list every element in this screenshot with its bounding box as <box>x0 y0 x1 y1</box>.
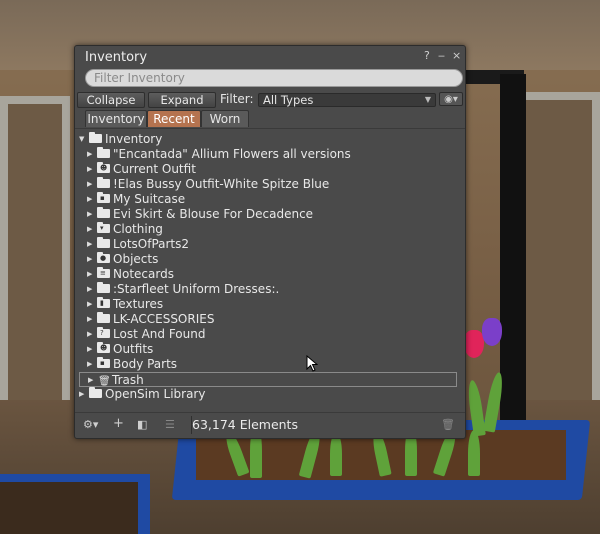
add-icon[interactable]: + <box>113 416 124 431</box>
tree-root-inventory[interactable]: ▼ Inventory <box>79 132 162 147</box>
tree-item[interactable]: ▶ ☻ Current Outfit <box>87 162 196 177</box>
list-view-icon[interactable]: ☰ <box>165 418 175 431</box>
tab-worn[interactable]: Worn <box>201 110 249 127</box>
element-count: 63,174 Elements <box>191 416 451 434</box>
bottom-toolbar: ⚙▾ + ◧ ☰ 63,174 Elements 🗑 <box>75 412 465 437</box>
tree-item[interactable]: ▶ LK-ACCESSORIES <box>87 312 214 327</box>
tree-item[interactable]: ▶ ≡ Notecards <box>87 267 174 282</box>
folder-icon <box>97 177 110 188</box>
collapse-button[interactable]: Collapse <box>77 92 145 108</box>
collapsed-triangle-icon[interactable]: ▶ <box>79 387 89 402</box>
tree-root-library[interactable]: ▶ OpenSim Library <box>79 387 205 402</box>
close-button[interactable]: × <box>452 49 461 62</box>
collapsed-triangle-icon[interactable]: ▶ <box>87 222 97 237</box>
folder-icon <box>97 237 110 248</box>
tulip-red <box>464 330 484 358</box>
objects-folder-icon: ● <box>97 252 110 263</box>
current-outfit-folder-icon: ☻ <box>97 162 110 173</box>
expand-button[interactable]: Expand <box>148 92 216 108</box>
planter-soil-left <box>0 482 138 534</box>
tree-item[interactable]: ▶ ☻ Outfits <box>87 342 153 357</box>
folder-icon <box>97 207 110 218</box>
tree-item[interactable]: ▶ "Encantada" Allium Flowers all versions <box>87 147 351 162</box>
collapsed-triangle-icon[interactable]: ▶ <box>87 207 97 222</box>
folder-icon <box>89 132 102 143</box>
collapsed-triangle-icon[interactable]: ▶ <box>87 327 97 342</box>
new-window-icon[interactable]: ◧ <box>137 418 147 431</box>
chevron-down-icon: ▼ <box>424 95 431 104</box>
tree-item[interactable]: ▶ Evi Skirt & Blouse For Decadence <box>87 207 313 222</box>
folder-icon <box>97 147 110 158</box>
tree-item[interactable]: ▶ ▾ Clothing <box>87 222 163 237</box>
collapsed-triangle-icon[interactable]: ▶ <box>87 297 97 312</box>
help-button[interactable]: ? <box>424 49 430 62</box>
lost-found-folder-icon: ? <box>97 327 110 338</box>
shelf-post <box>500 74 526 444</box>
notecards-folder-icon: ≡ <box>97 267 110 278</box>
view-options-eye-icon[interactable]: ◉▾ <box>439 92 463 106</box>
mouse-cursor-icon <box>306 355 318 372</box>
collapsed-triangle-icon[interactable]: ▶ <box>87 147 97 162</box>
plant-leaf <box>468 430 480 476</box>
tulip-purple <box>482 318 502 346</box>
collapsed-triangle-icon[interactable]: ▶ <box>87 192 97 207</box>
filter-inventory-input[interactable] <box>85 69 463 87</box>
folder-icon <box>89 387 102 398</box>
tree-item[interactable]: ▶ !Elas Bussy Outfit-White Spitze Blue <box>87 177 329 192</box>
tree-item[interactable]: ▶ ▮ Textures <box>87 297 163 312</box>
textures-folder-icon: ▮ <box>97 297 110 308</box>
collapsed-triangle-icon[interactable]: ▶ <box>87 357 97 372</box>
collapsed-triangle-icon[interactable]: ▶ <box>87 282 97 297</box>
outfits-folder-icon: ☻ <box>97 342 110 353</box>
expanded-triangle-icon[interactable]: ▼ <box>79 132 89 147</box>
tab-recent[interactable]: Recent <box>147 110 201 127</box>
collapsed-triangle-icon[interactable]: ▶ <box>87 342 97 357</box>
tab-inventory[interactable]: Inventory <box>85 110 147 127</box>
tree-item[interactable]: ▶ LotsOfParts2 <box>87 237 189 252</box>
collapsed-triangle-icon[interactable]: ▶ <box>87 267 97 282</box>
inventory-window: Inventory ? ‒ × Collapse Expand Filter: … <box>74 45 466 439</box>
filter-label: Filter: <box>220 92 254 106</box>
window-frame-left <box>0 96 70 426</box>
collapsed-triangle-icon[interactable]: ▶ <box>87 237 97 252</box>
collapsed-triangle-icon[interactable]: ▶ <box>87 312 97 327</box>
collapsed-triangle-icon[interactable]: ▶ <box>87 162 97 177</box>
tree-item[interactable]: ▶ ▪ My Suitcase <box>87 192 185 207</box>
filter-type-dropdown[interactable]: All Types ▼ <box>258 93 436 107</box>
title-bar[interactable]: Inventory ? ‒ × <box>75 46 465 68</box>
collapsed-triangle-icon[interactable]: ▶ <box>87 252 97 267</box>
collapsed-triangle-icon[interactable]: ▶ <box>88 373 98 388</box>
suitcase-folder-icon: ▪ <box>97 192 110 203</box>
gear-icon[interactable]: ⚙▾ <box>83 418 98 431</box>
filter-type-value: All Types <box>263 93 314 107</box>
tree-item[interactable]: ▶? Lost And Found <box>87 327 205 342</box>
minimize-button[interactable]: ‒ <box>438 49 445 62</box>
collapsed-triangle-icon[interactable]: ▶ <box>87 177 97 192</box>
folder-icon <box>97 312 110 323</box>
body-parts-folder-icon: ▪ <box>97 357 110 368</box>
window-title: Inventory <box>85 50 148 65</box>
tree-item[interactable]: ▶ ▪ Body Parts <box>87 357 177 372</box>
folder-icon <box>97 282 110 293</box>
clothing-folder-icon: ▾ <box>97 222 110 233</box>
tree-item-trash[interactable]: ▶ 🗑Trash <box>79 372 457 387</box>
tree-item[interactable]: ▶ ● Objects <box>87 252 158 267</box>
trash-icon[interactable]: 🗑 <box>441 418 455 431</box>
tree-item[interactable]: ▶:Starfleet Uniform Dresses:. <box>87 282 279 297</box>
inventory-tree: ▼ Inventory ▶ "Encantada" Allium Flowers a… <box>75 128 465 401</box>
